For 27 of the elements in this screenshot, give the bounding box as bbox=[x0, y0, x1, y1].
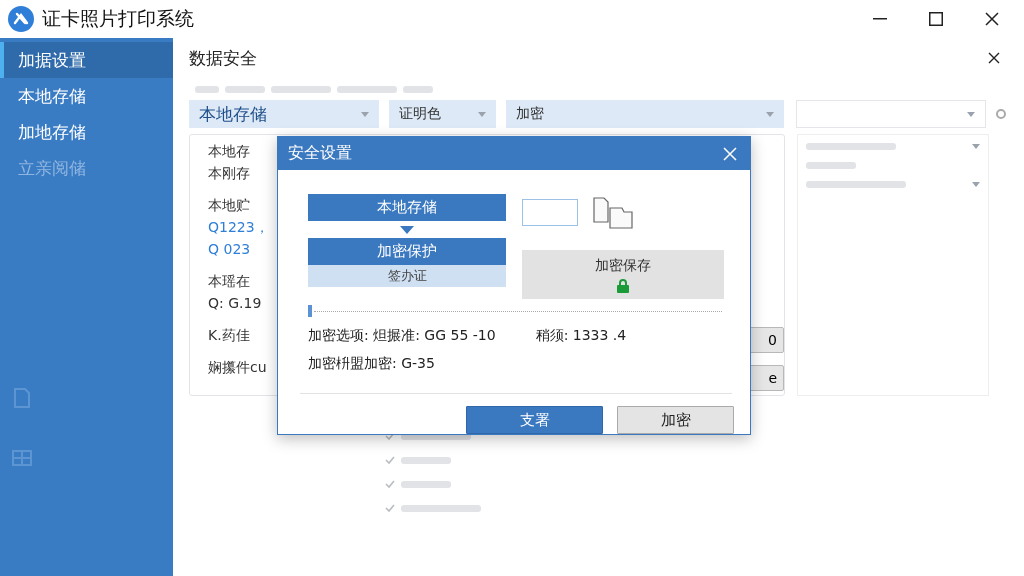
sidebar-item[interactable]: 加地存储 bbox=[0, 114, 173, 150]
setting-text: 本刚存 bbox=[208, 164, 250, 183]
storage-option[interactable]: 加密保存 bbox=[522, 250, 724, 299]
sidebar-item[interactable]: 加据设置 bbox=[0, 42, 173, 78]
link[interactable]: Q1223， bbox=[208, 217, 269, 238]
dropdown[interactable]: 本地存储 bbox=[189, 100, 379, 128]
target-sublabel: 签办证 bbox=[308, 265, 506, 287]
setting-text: Q: G.19 bbox=[208, 294, 262, 313]
source-label: 本地存储 bbox=[308, 194, 506, 221]
setting-text: 娴攥件cu bbox=[208, 358, 267, 377]
dropdown[interactable]: 证明色 bbox=[389, 100, 496, 128]
target-label: 加密保护 bbox=[308, 238, 506, 265]
sidebar-item[interactable]: 本地存储 bbox=[0, 78, 173, 114]
link[interactable]: Q 023 bbox=[208, 239, 251, 260]
option-text: 加密枡盟加密: G-35 bbox=[308, 355, 435, 373]
option-text: 加密选项: 炟搌准: GG 55 -10 bbox=[308, 327, 496, 345]
setting-text: K.药佳 bbox=[208, 326, 250, 345]
setting-text: 本地存 bbox=[208, 142, 250, 161]
dropdown[interactable]: 加密 bbox=[506, 100, 784, 128]
dialog-title: 安全设置 bbox=[288, 143, 353, 164]
option-text: 稍须: 1333 .4 bbox=[535, 327, 627, 345]
dialog-button[interactable]: 支署 bbox=[466, 406, 603, 434]
window-title: 证卡照片打印系统 bbox=[42, 6, 194, 31]
dialog-button[interactable]: 加密 bbox=[617, 406, 734, 434]
setting-text: 本地贮 bbox=[208, 196, 250, 215]
setting-text: 本瑶在 bbox=[208, 272, 250, 291]
panel-title: 数据安全 bbox=[189, 46, 257, 70]
